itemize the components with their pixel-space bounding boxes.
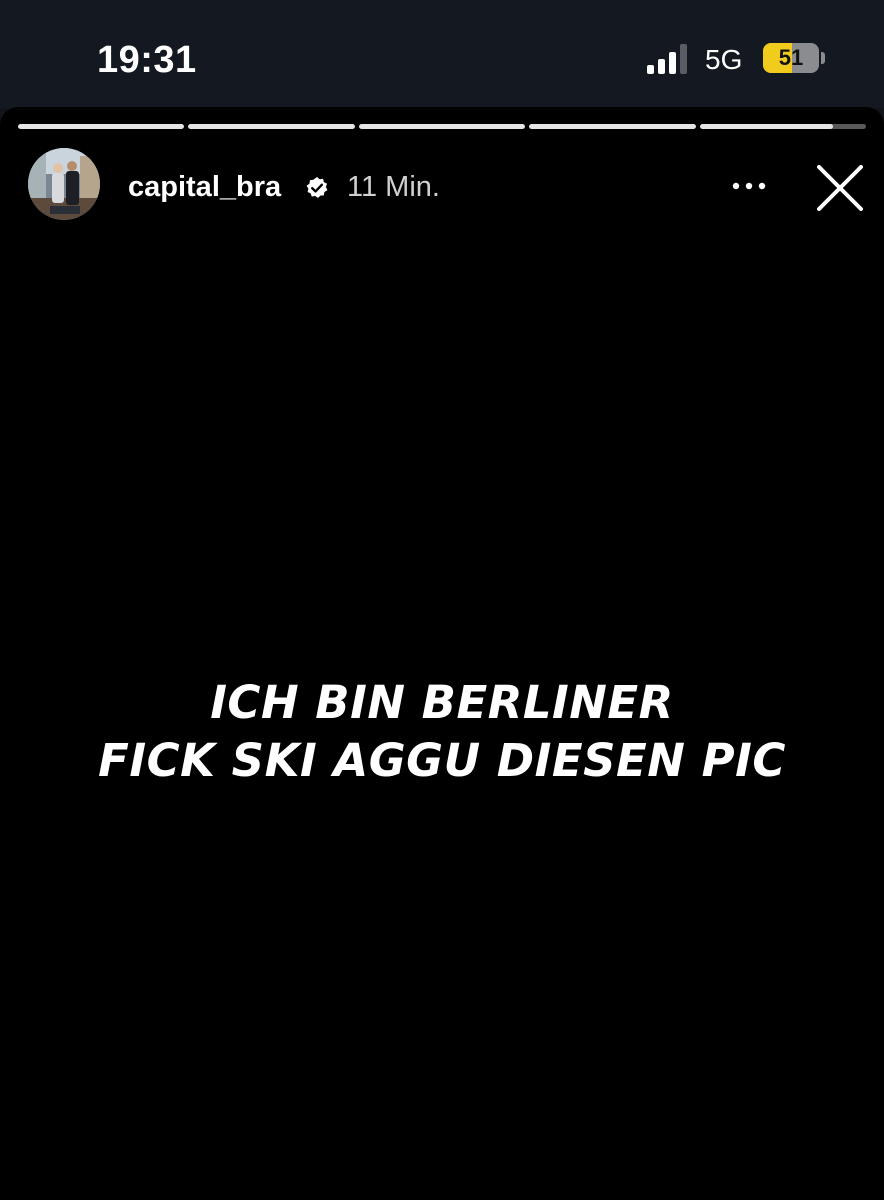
story-progress-segment	[529, 124, 696, 129]
story-progress-bar	[18, 124, 866, 129]
battery-icon: 51	[763, 43, 819, 73]
story-text-line-1: ICH BIN BERLINER	[210, 676, 674, 729]
story-progress-fill	[18, 124, 185, 129]
story-progress-segment	[188, 124, 355, 129]
story-username[interactable]: capital_bra	[128, 168, 281, 206]
story-text-overlay: ICH BIN BERLINER FICK SKI AGGU DIESEN PI…	[0, 674, 884, 790]
status-time: 19:31	[97, 39, 197, 81]
story-progress-fill	[529, 124, 696, 129]
close-icon[interactable]	[812, 160, 868, 216]
story-time-ago: 11 Min.	[347, 171, 440, 203]
story-progress-segment	[18, 124, 185, 129]
avatar[interactable]	[28, 148, 100, 220]
network-type: 5G	[705, 44, 743, 75]
battery-cap	[821, 52, 825, 64]
signal-strength-icon	[647, 44, 689, 74]
verified-badge-icon	[306, 177, 328, 198]
battery-level: 51	[778, 45, 804, 70]
more-options-icon[interactable]	[726, 170, 772, 202]
story-text-line-2: FICK SKI AGGU DIESEN PIC	[98, 734, 786, 787]
story-progress-segment	[358, 124, 526, 129]
avatar-image	[28, 148, 100, 220]
story-progress-fill	[188, 124, 355, 129]
story-viewer[interactable]	[0, 107, 884, 1200]
story-progress-fill	[699, 124, 833, 129]
story-progress-fill	[358, 124, 526, 129]
story-progress-segment	[699, 124, 866, 129]
status-bar: 19:31 5G 51	[0, 0, 884, 108]
